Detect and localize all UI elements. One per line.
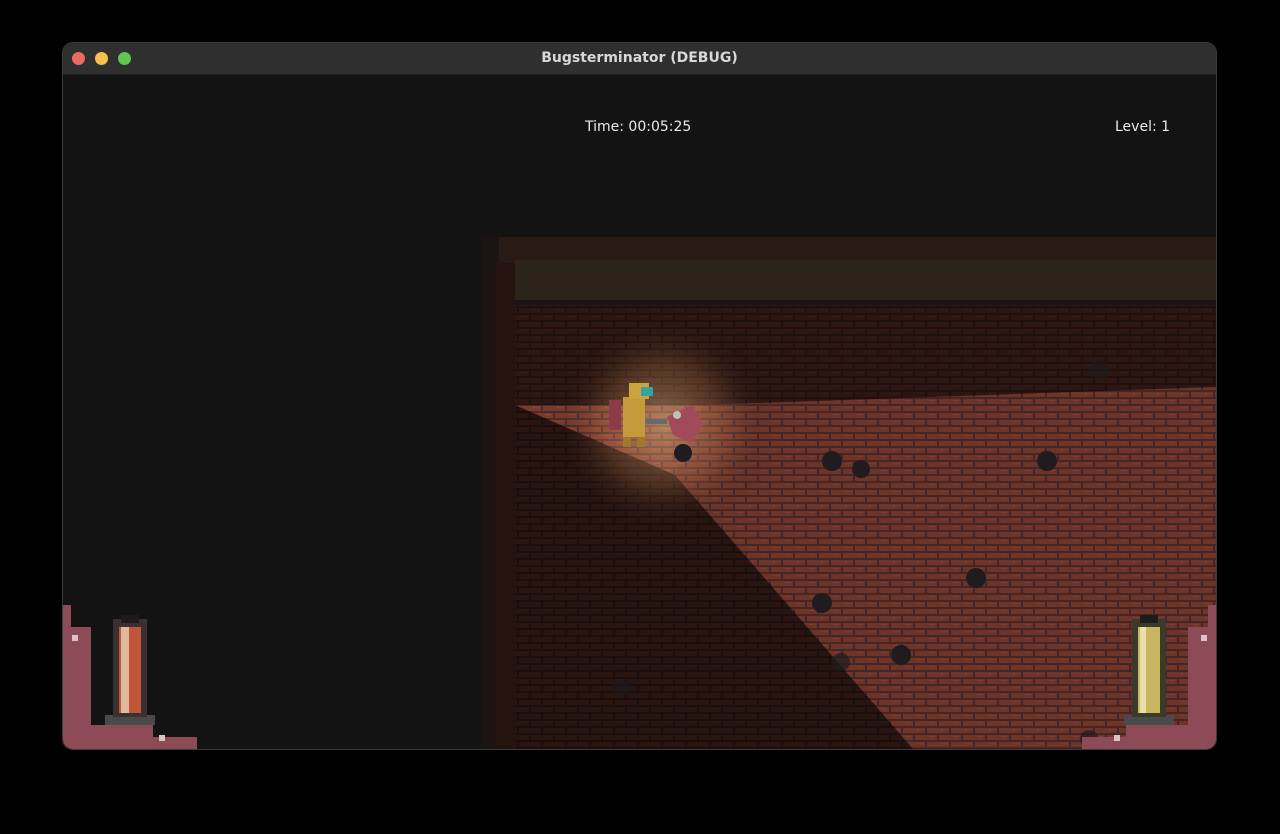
top-wall bbox=[499, 237, 1216, 263]
room bbox=[481, 237, 1216, 749]
level-display: Level: 1 bbox=[1115, 119, 1171, 135]
bug bbox=[1037, 451, 1057, 471]
health-gauge bbox=[63, 605, 197, 749]
bug bbox=[832, 653, 850, 671]
game-window: Bugsterminator (DEBUG) Time: 00:05:25 Le… bbox=[63, 43, 1216, 749]
title-bar: Bugsterminator (DEBUG) bbox=[63, 43, 1216, 75]
player-light bbox=[553, 315, 773, 535]
game-scene bbox=[63, 237, 1216, 749]
bug bbox=[966, 568, 986, 588]
left-wall bbox=[495, 263, 515, 749]
time-display: Time: 00:05:25 bbox=[585, 119, 692, 135]
bug bbox=[812, 593, 832, 613]
bug bbox=[852, 460, 870, 478]
wall-ledge bbox=[515, 260, 1216, 300]
game-viewport[interactable]: Time: 00:05:25 Level: 1 bbox=[63, 75, 1216, 749]
bug bbox=[822, 451, 842, 471]
window-title: Bugsterminator (DEBUG) bbox=[541, 50, 738, 66]
bug bbox=[612, 679, 630, 697]
bug bbox=[1089, 361, 1109, 381]
bug bbox=[891, 645, 911, 665]
bug bbox=[674, 444, 692, 462]
